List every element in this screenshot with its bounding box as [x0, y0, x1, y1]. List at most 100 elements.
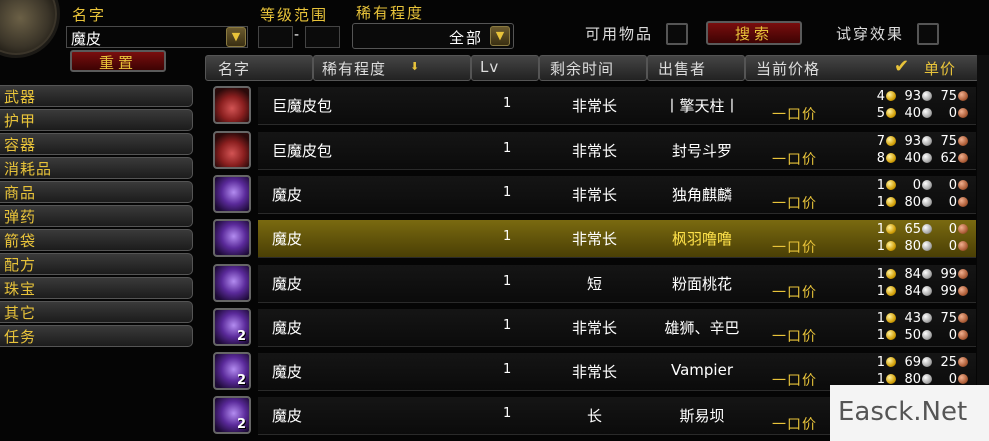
bid-price: 1 84 99 — [877, 267, 971, 283]
category-item[interactable]: 弹药 — [0, 205, 193, 227]
buyout-label: 一口价 — [772, 240, 817, 256]
category-label: 护甲 — [4, 112, 37, 130]
column-header-time[interactable]: 剩余时间 — [539, 55, 647, 81]
gold-coin-icon — [886, 197, 896, 207]
leather-icon[interactable] — [213, 264, 251, 302]
seller-name[interactable]: 独角麒麟 — [657, 184, 747, 205]
category-label: 商品 — [4, 184, 37, 202]
category-label: 珠宝 — [4, 280, 37, 298]
auction-row[interactable]: 魔皮 1 非常长 独角麒麟 一口价 1 0 0 1 80 0 — [209, 174, 977, 214]
faction-emblem — [0, 0, 60, 58]
auction-row[interactable]: 魔皮 1 非常长 枫羽噜噜 一口价 1 65 0 1 80 0 — [209, 218, 977, 258]
buyout-price: 1 80 0 — [877, 239, 971, 255]
auction-row[interactable]: 巨魔皮包 1 非常长 丨擎天柱丨 一口价 4 93 75 5 40 0 — [209, 85, 977, 125]
seller-name[interactable]: 封号斗罗 — [657, 140, 747, 161]
category-item[interactable]: 消耗品 — [0, 157, 193, 179]
seller-name[interactable]: 斯易坝 — [657, 405, 747, 426]
item-name[interactable]: 魔皮 — [272, 273, 302, 294]
gold-coin-icon — [886, 313, 896, 323]
copper-coin-icon — [958, 153, 968, 163]
gold-coin-icon — [886, 269, 896, 279]
category-item[interactable]: 护甲 — [0, 109, 193, 131]
sort-arrow-icon: ⬇ — [410, 60, 421, 73]
copper-coin-icon — [958, 330, 968, 340]
leather-icon[interactable]: 2 — [213, 352, 251, 390]
search-button[interactable]: 搜索 — [706, 21, 802, 45]
category-item[interactable]: 任务 — [0, 325, 193, 347]
item-level: 1 — [503, 318, 512, 333]
gold-coin-icon — [886, 153, 896, 163]
column-header-price[interactable]: 当前价格 ✔ 单价 — [745, 55, 979, 81]
level-min-input[interactable] — [258, 26, 293, 48]
copper-coin-icon — [958, 269, 968, 279]
category-item[interactable]: 武器 — [0, 85, 193, 107]
bag-icon[interactable] — [213, 86, 251, 124]
chevron-down-icon[interactable]: ▼ — [226, 27, 246, 47]
silver-coin-icon — [922, 313, 932, 323]
item-level: 1 — [503, 185, 512, 200]
scrollbar[interactable] — [977, 55, 989, 441]
item-name[interactable]: 魔皮 — [272, 184, 302, 205]
bag-icon[interactable] — [213, 131, 251, 169]
gold-coin-icon — [886, 286, 896, 296]
usable-items-checkbox[interactable] — [666, 23, 688, 45]
rarity-dropdown[interactable]: 全部 ▼ — [352, 23, 514, 49]
gold-coin-icon — [886, 357, 896, 367]
item-name[interactable]: 魔皮 — [272, 317, 302, 338]
bid-price: 4 93 75 — [877, 89, 971, 105]
checkmark-icon[interactable]: ✔ — [894, 56, 910, 77]
silver-coin-icon — [922, 224, 932, 234]
category-item[interactable]: 商品 — [0, 181, 193, 203]
seller-name[interactable]: Vampier — [657, 361, 747, 379]
reset-button[interactable]: 重置 — [70, 50, 166, 72]
leather-icon[interactable]: 2 — [213, 396, 251, 434]
gold-coin-icon — [886, 241, 896, 251]
seller-name[interactable]: 枫羽噜噜 — [657, 228, 747, 249]
item-name[interactable]: 魔皮 — [272, 228, 302, 249]
time-left: 长 — [586, 407, 602, 425]
seller-name[interactable]: 丨擎天柱丨 — [657, 95, 747, 116]
leather-icon[interactable]: 2 — [213, 308, 251, 346]
gold-coin-icon — [886, 91, 896, 101]
category-item[interactable]: 珠宝 — [0, 277, 193, 299]
item-level: 1 — [503, 229, 512, 244]
category-item[interactable]: 容器 — [0, 133, 193, 155]
auction-row[interactable]: 魔皮 1 短 粉面桃花 一口价 1 84 99 1 84 99 — [209, 263, 977, 303]
rarity-value: 全部 — [448, 29, 483, 47]
category-item[interactable]: 其它 — [0, 301, 193, 323]
auction-row[interactable]: 巨魔皮包 1 非常长 封号斗罗 一口价 7 93 75 8 40 62 — [209, 130, 977, 170]
item-name[interactable]: 巨魔皮包 — [272, 140, 332, 161]
category-label: 配方 — [4, 256, 37, 274]
silver-coin-icon — [922, 241, 932, 251]
category-item[interactable]: 箭袋 — [0, 229, 193, 251]
seller-name[interactable]: 粉面桃花 — [657, 273, 747, 294]
category-item[interactable]: 配方 — [0, 253, 193, 275]
column-header-rarity[interactable]: 稀有程度 ⬇ — [313, 55, 471, 81]
column-header-seller[interactable]: 出售者 — [647, 55, 745, 81]
usable-items-label: 可用物品 — [585, 25, 654, 43]
column-header-name[interactable]: 名字 — [205, 55, 313, 81]
level-max-input[interactable] — [305, 26, 340, 48]
copper-coin-icon — [958, 224, 968, 234]
stack-count: 2 — [236, 417, 246, 432]
silver-coin-icon — [922, 197, 932, 207]
copper-coin-icon — [958, 313, 968, 323]
item-name[interactable]: 巨魔皮包 — [272, 95, 332, 116]
chevron-down-icon[interactable]: ▼ — [490, 26, 510, 46]
stack-count: 2 — [236, 373, 246, 388]
copper-coin-icon — [958, 357, 968, 367]
category-label: 武器 — [4, 88, 37, 106]
unit-price-label: 单价 — [924, 60, 957, 78]
time-left: 短 — [586, 275, 602, 293]
name-search-input[interactable]: 魔皮 ▼ — [66, 26, 248, 48]
leather-icon[interactable] — [213, 219, 251, 257]
item-name[interactable]: 魔皮 — [272, 405, 302, 426]
silver-coin-icon — [922, 136, 932, 146]
leather-icon[interactable] — [213, 175, 251, 213]
auction-row[interactable]: 2 魔皮 1 非常长 雄狮、辛巴 一口价 1 43 75 1 50 0 — [209, 307, 977, 347]
item-name[interactable]: 魔皮 — [272, 361, 302, 382]
seller-name[interactable]: 雄狮、辛巴 — [657, 317, 747, 338]
copper-coin-icon — [958, 180, 968, 190]
column-header-level[interactable]: Lv — [471, 55, 539, 81]
try-on-checkbox[interactable] — [917, 23, 939, 45]
